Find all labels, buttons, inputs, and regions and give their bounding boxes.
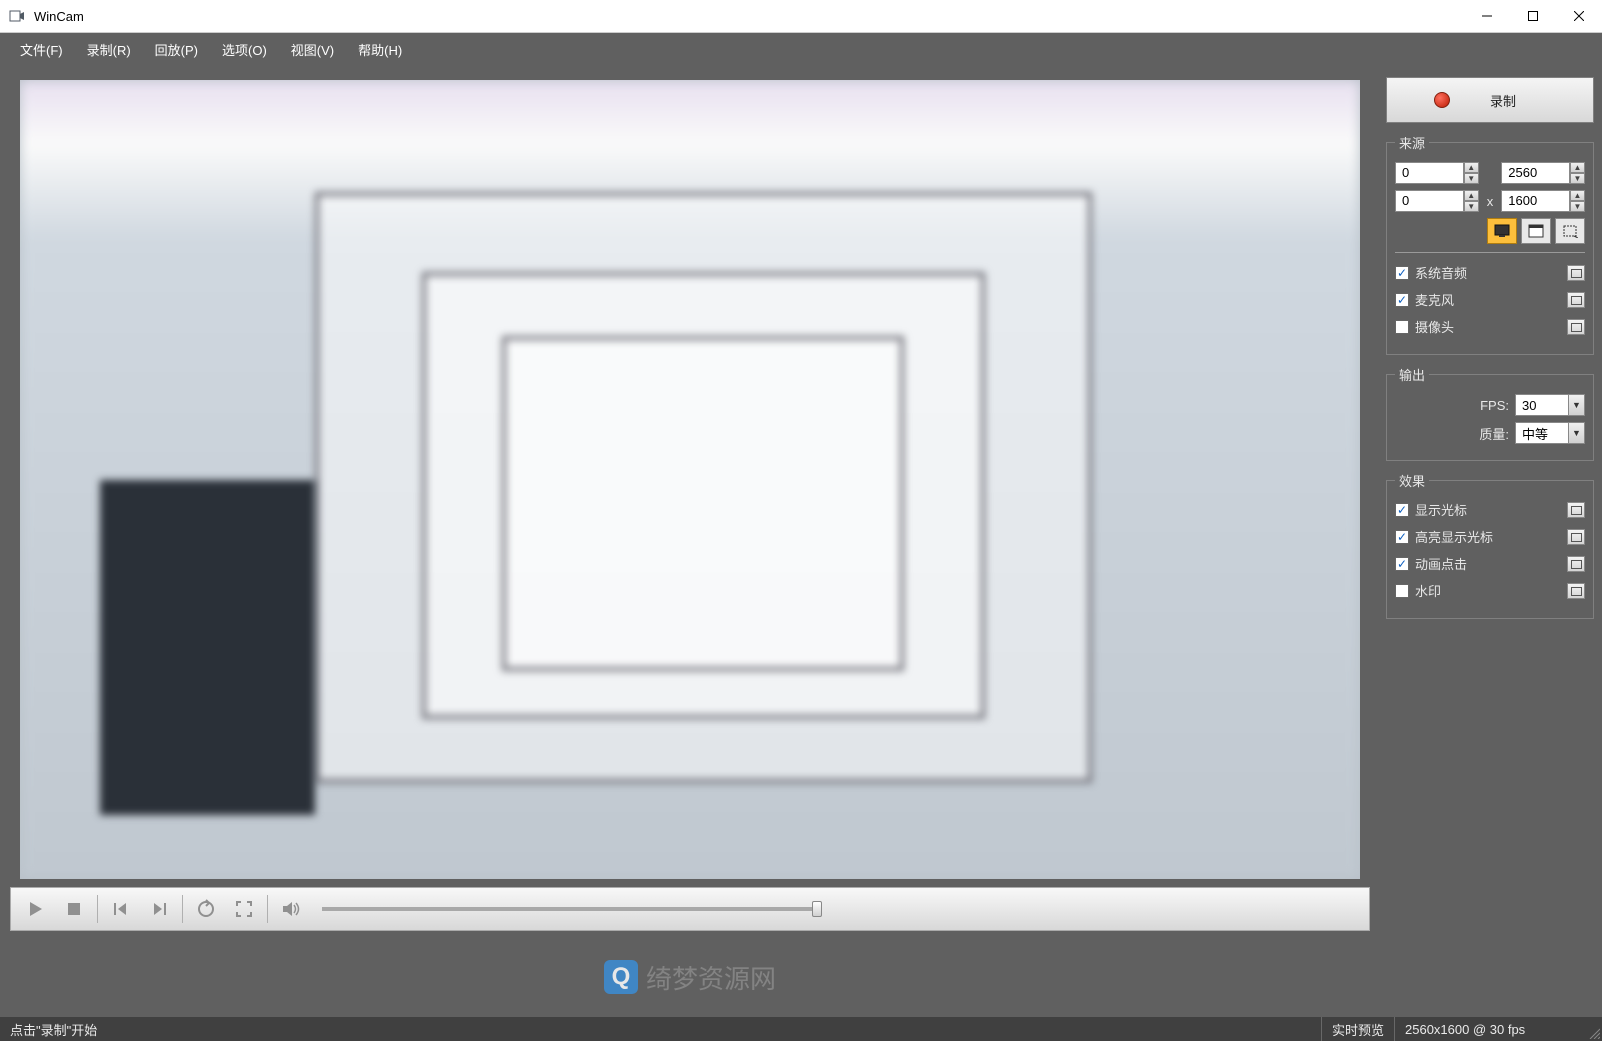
source-w-down[interactable]: ▼ [1570, 173, 1585, 184]
source-x-down[interactable]: ▼ [1464, 173, 1479, 184]
system-audio-checkbox[interactable]: ✓ [1395, 266, 1409, 280]
highlight-cursor-checkbox[interactable]: ✓ [1395, 530, 1409, 544]
quality-select[interactable]: 中等▼ [1515, 422, 1585, 444]
close-button[interactable] [1556, 0, 1602, 32]
chevron-down-icon: ▼ [1568, 423, 1584, 443]
camera-checkbox[interactable] [1395, 320, 1409, 334]
source-h-input[interactable]: 1600 [1501, 190, 1570, 212]
menu-playback[interactable]: 回放(P) [143, 34, 210, 65]
play-button[interactable] [17, 890, 55, 928]
status-bar: 点击"录制"开始 实时预览 2560x1600 @ 30 fps [0, 1017, 1602, 1041]
animate-clicks-label: 动画点击 [1415, 554, 1467, 573]
watermark-config-button[interactable] [1567, 583, 1585, 599]
record-button-label: 录制 [1490, 91, 1516, 110]
resize-grip[interactable] [1584, 1017, 1602, 1041]
source-y-input[interactable]: 0 [1395, 190, 1464, 212]
app-title: WinCam [34, 9, 84, 24]
camera-config-button[interactable] [1567, 319, 1585, 335]
system-audio-config-button[interactable] [1567, 265, 1585, 281]
title-bar: WinCam [0, 0, 1602, 33]
quality-label: 质量: [1479, 424, 1509, 443]
watermark-text: 绮梦资源网 [646, 959, 776, 996]
show-cursor-label: 显示光标 [1415, 500, 1467, 519]
chevron-down-icon: ▼ [1568, 395, 1584, 415]
source-y-up[interactable]: ▲ [1464, 190, 1479, 201]
preview-area [20, 80, 1360, 879]
side-panel: 录制 来源 0▲▼ x 2560▲▼ 0▲▼ x 1600▲▼ ✓系统音频 ✓麦… [1380, 65, 1602, 1017]
animate-clicks-checkbox[interactable]: ✓ [1395, 557, 1409, 571]
next-button[interactable] [140, 890, 178, 928]
watermark-checkbox[interactable] [1395, 584, 1409, 598]
prev-button[interactable] [102, 890, 140, 928]
menu-view[interactable]: 视图(V) [279, 34, 346, 65]
effects-group: 效果 ✓ 显示光标 ✓ 高亮显示光标 ✓ 动画点击 水印 [1386, 471, 1594, 619]
mic-checkbox[interactable]: ✓ [1395, 293, 1409, 307]
fps-select[interactable]: 30▼ [1515, 394, 1585, 416]
show-cursor-checkbox[interactable]: ✓ [1395, 503, 1409, 517]
source-window-button[interactable] [1521, 218, 1551, 244]
camera-label: 摄像头 [1415, 317, 1454, 336]
source-legend: 来源 [1395, 133, 1429, 152]
bottom-filler: Q 绮梦资源网 [0, 937, 1380, 1017]
source-h-up[interactable]: ▲ [1570, 190, 1585, 201]
stop-button[interactable] [55, 890, 93, 928]
fullscreen-button[interactable] [225, 890, 263, 928]
watermark-overlay: Q 绮梦资源网 [604, 959, 776, 996]
highlight-cursor-label: 高亮显示光标 [1415, 527, 1493, 546]
record-icon [1434, 92, 1450, 108]
source-x-input[interactable]: 0 [1395, 162, 1464, 184]
menu-bar: 文件(F) 录制(R) 回放(P) 选项(O) 视图(V) 帮助(H) [0, 33, 1602, 65]
highlight-cursor-config-button[interactable] [1567, 529, 1585, 545]
effects-legend: 效果 [1395, 471, 1429, 490]
dimension-sep: x [1485, 194, 1496, 209]
source-y-down[interactable]: ▼ [1464, 201, 1479, 212]
menu-file[interactable]: 文件(F) [8, 34, 75, 65]
status-resolution-fps: 2560x1600 @ 30 fps [1394, 1017, 1584, 1041]
loop-button[interactable] [187, 890, 225, 928]
source-w-up[interactable]: ▲ [1570, 162, 1585, 173]
menu-record[interactable]: 录制(R) [75, 34, 143, 65]
status-preview: 实时预览 [1321, 1017, 1394, 1041]
source-x-up[interactable]: ▲ [1464, 162, 1479, 173]
source-group: 来源 0▲▼ x 2560▲▼ 0▲▼ x 1600▲▼ ✓系统音频 ✓麦克风 … [1386, 133, 1594, 355]
record-button[interactable]: 录制 [1386, 77, 1594, 123]
source-region-button[interactable] [1555, 218, 1585, 244]
show-cursor-config-button[interactable] [1567, 502, 1585, 518]
status-hint: 点击"录制"开始 [0, 1017, 107, 1041]
source-w-input[interactable]: 2560 [1501, 162, 1570, 184]
mic-label: 麦克风 [1415, 290, 1454, 309]
fps-label: FPS: [1480, 398, 1509, 413]
minimize-button[interactable] [1464, 0, 1510, 32]
menu-options[interactable]: 选项(O) [210, 34, 279, 65]
maximize-button[interactable] [1510, 0, 1556, 32]
output-group: 输出 FPS: 30▼ 质量: 中等▼ [1386, 365, 1594, 461]
menu-help[interactable]: 帮助(H) [346, 34, 414, 65]
watermark-label: 水印 [1415, 581, 1441, 600]
volume-slider[interactable] [322, 907, 822, 911]
mic-config-button[interactable] [1567, 292, 1585, 308]
playback-controls [10, 887, 1370, 931]
output-legend: 输出 [1395, 365, 1429, 384]
source-fullscreen-button[interactable] [1487, 218, 1517, 244]
system-audio-label: 系统音频 [1415, 263, 1467, 282]
source-h-down[interactable]: ▼ [1570, 201, 1585, 212]
volume-button[interactable] [272, 890, 310, 928]
animate-clicks-config-button[interactable] [1567, 556, 1585, 572]
app-icon [8, 7, 26, 25]
